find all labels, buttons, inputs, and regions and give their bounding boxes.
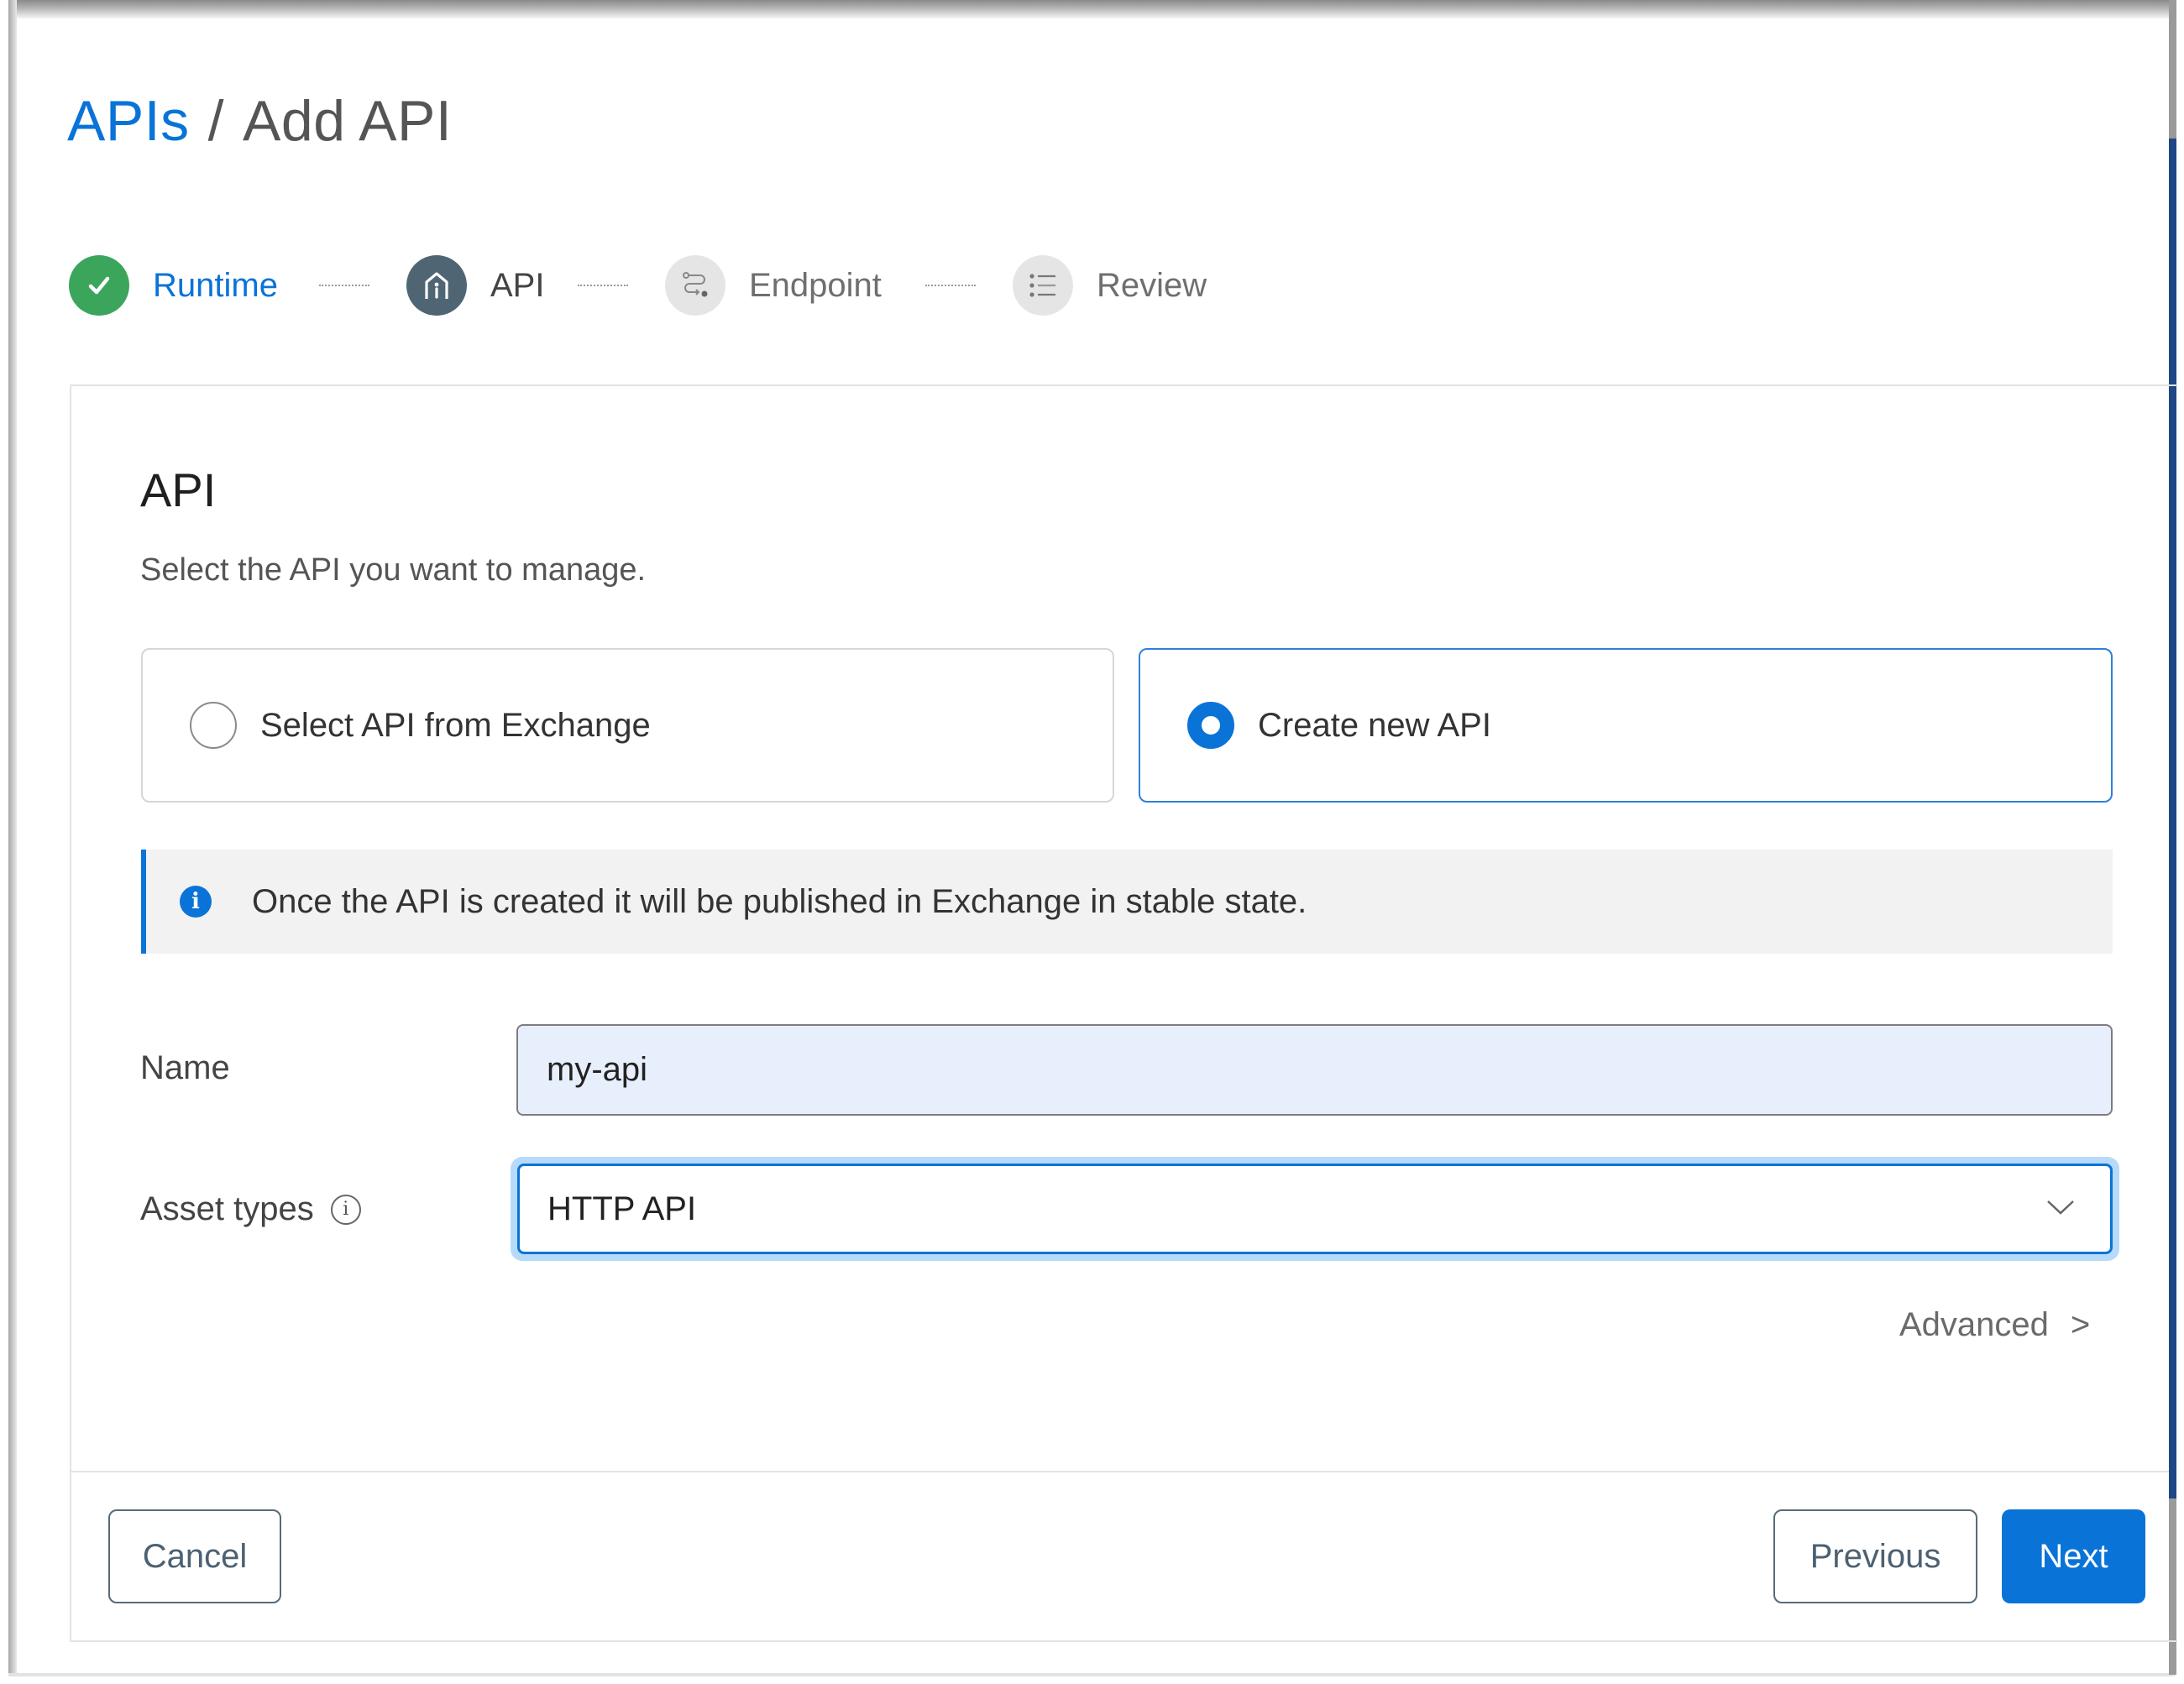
advanced-label: Advanced <box>1899 1306 2049 1343</box>
option-select-from-exchange[interactable]: Select API from Exchange <box>141 648 1114 803</box>
chevron-down-icon <box>2046 1199 2075 1220</box>
info-icon: i <box>180 886 212 918</box>
step-api: API <box>406 254 544 317</box>
name-input[interactable] <box>516 1024 2113 1116</box>
info-banner-text: Once the API is created it will be publi… <box>252 882 1307 920</box>
next-button[interactable]: Next <box>2002 1509 2145 1603</box>
step-endpoint: Endpoint <box>665 254 882 317</box>
section-title: API <box>140 463 217 516</box>
step-connector <box>925 285 976 286</box>
step-connector <box>319 285 369 286</box>
page-title: Add API <box>243 89 453 153</box>
name-label-text: Name <box>140 1049 230 1086</box>
option-label: Create new API <box>1258 706 1491 744</box>
breadcrumb: APIs / Add API <box>67 87 452 154</box>
endpoint-route-icon <box>665 255 725 316</box>
cancel-button[interactable]: Cancel <box>108 1509 281 1603</box>
step-label: Runtime <box>153 266 278 304</box>
info-banner: i Once the API is created it will be pub… <box>141 850 2113 954</box>
step-connector <box>578 285 628 286</box>
window-top-shadow <box>8 0 2175 18</box>
api-icon <box>406 255 467 316</box>
section-subtitle: Select the API you want to manage. <box>140 552 647 588</box>
option-create-new-api[interactable]: Create new API <box>1139 648 2113 803</box>
step-runtime[interactable]: Runtime <box>69 254 278 317</box>
window-left-edge <box>8 0 17 1675</box>
breadcrumb-separator: / <box>207 89 225 153</box>
asset-types-label: Asset types i <box>140 1190 361 1228</box>
step-label: Review <box>1097 266 1207 304</box>
breadcrumb-apis-link[interactable]: APIs <box>67 89 190 153</box>
step-label: Endpoint <box>749 266 882 304</box>
radio-unselected[interactable] <box>190 702 237 749</box>
asset-types-value: HTTP API <box>547 1190 697 1227</box>
asset-types-label-text: Asset types <box>140 1190 314 1227</box>
window-bottom-edge <box>8 1673 2175 1676</box>
list-icon <box>1013 255 1073 316</box>
chevron-right-icon: > <box>2070 1306 2091 1343</box>
option-label: Select API from Exchange <box>260 706 651 744</box>
footer-divider <box>70 1471 2169 1472</box>
asset-types-select[interactable]: HTTP API <box>517 1164 2113 1254</box>
step-review: Review <box>1013 254 1207 317</box>
radio-selected[interactable] <box>1187 702 1234 749</box>
info-circle-icon[interactable]: i <box>330 1194 361 1225</box>
check-icon <box>69 255 129 316</box>
previous-button[interactable]: Previous <box>1773 1509 1977 1603</box>
advanced-toggle[interactable]: Advanced > <box>1899 1306 2090 1344</box>
step-label: API <box>490 266 545 304</box>
name-label: Name <box>140 1049 230 1087</box>
